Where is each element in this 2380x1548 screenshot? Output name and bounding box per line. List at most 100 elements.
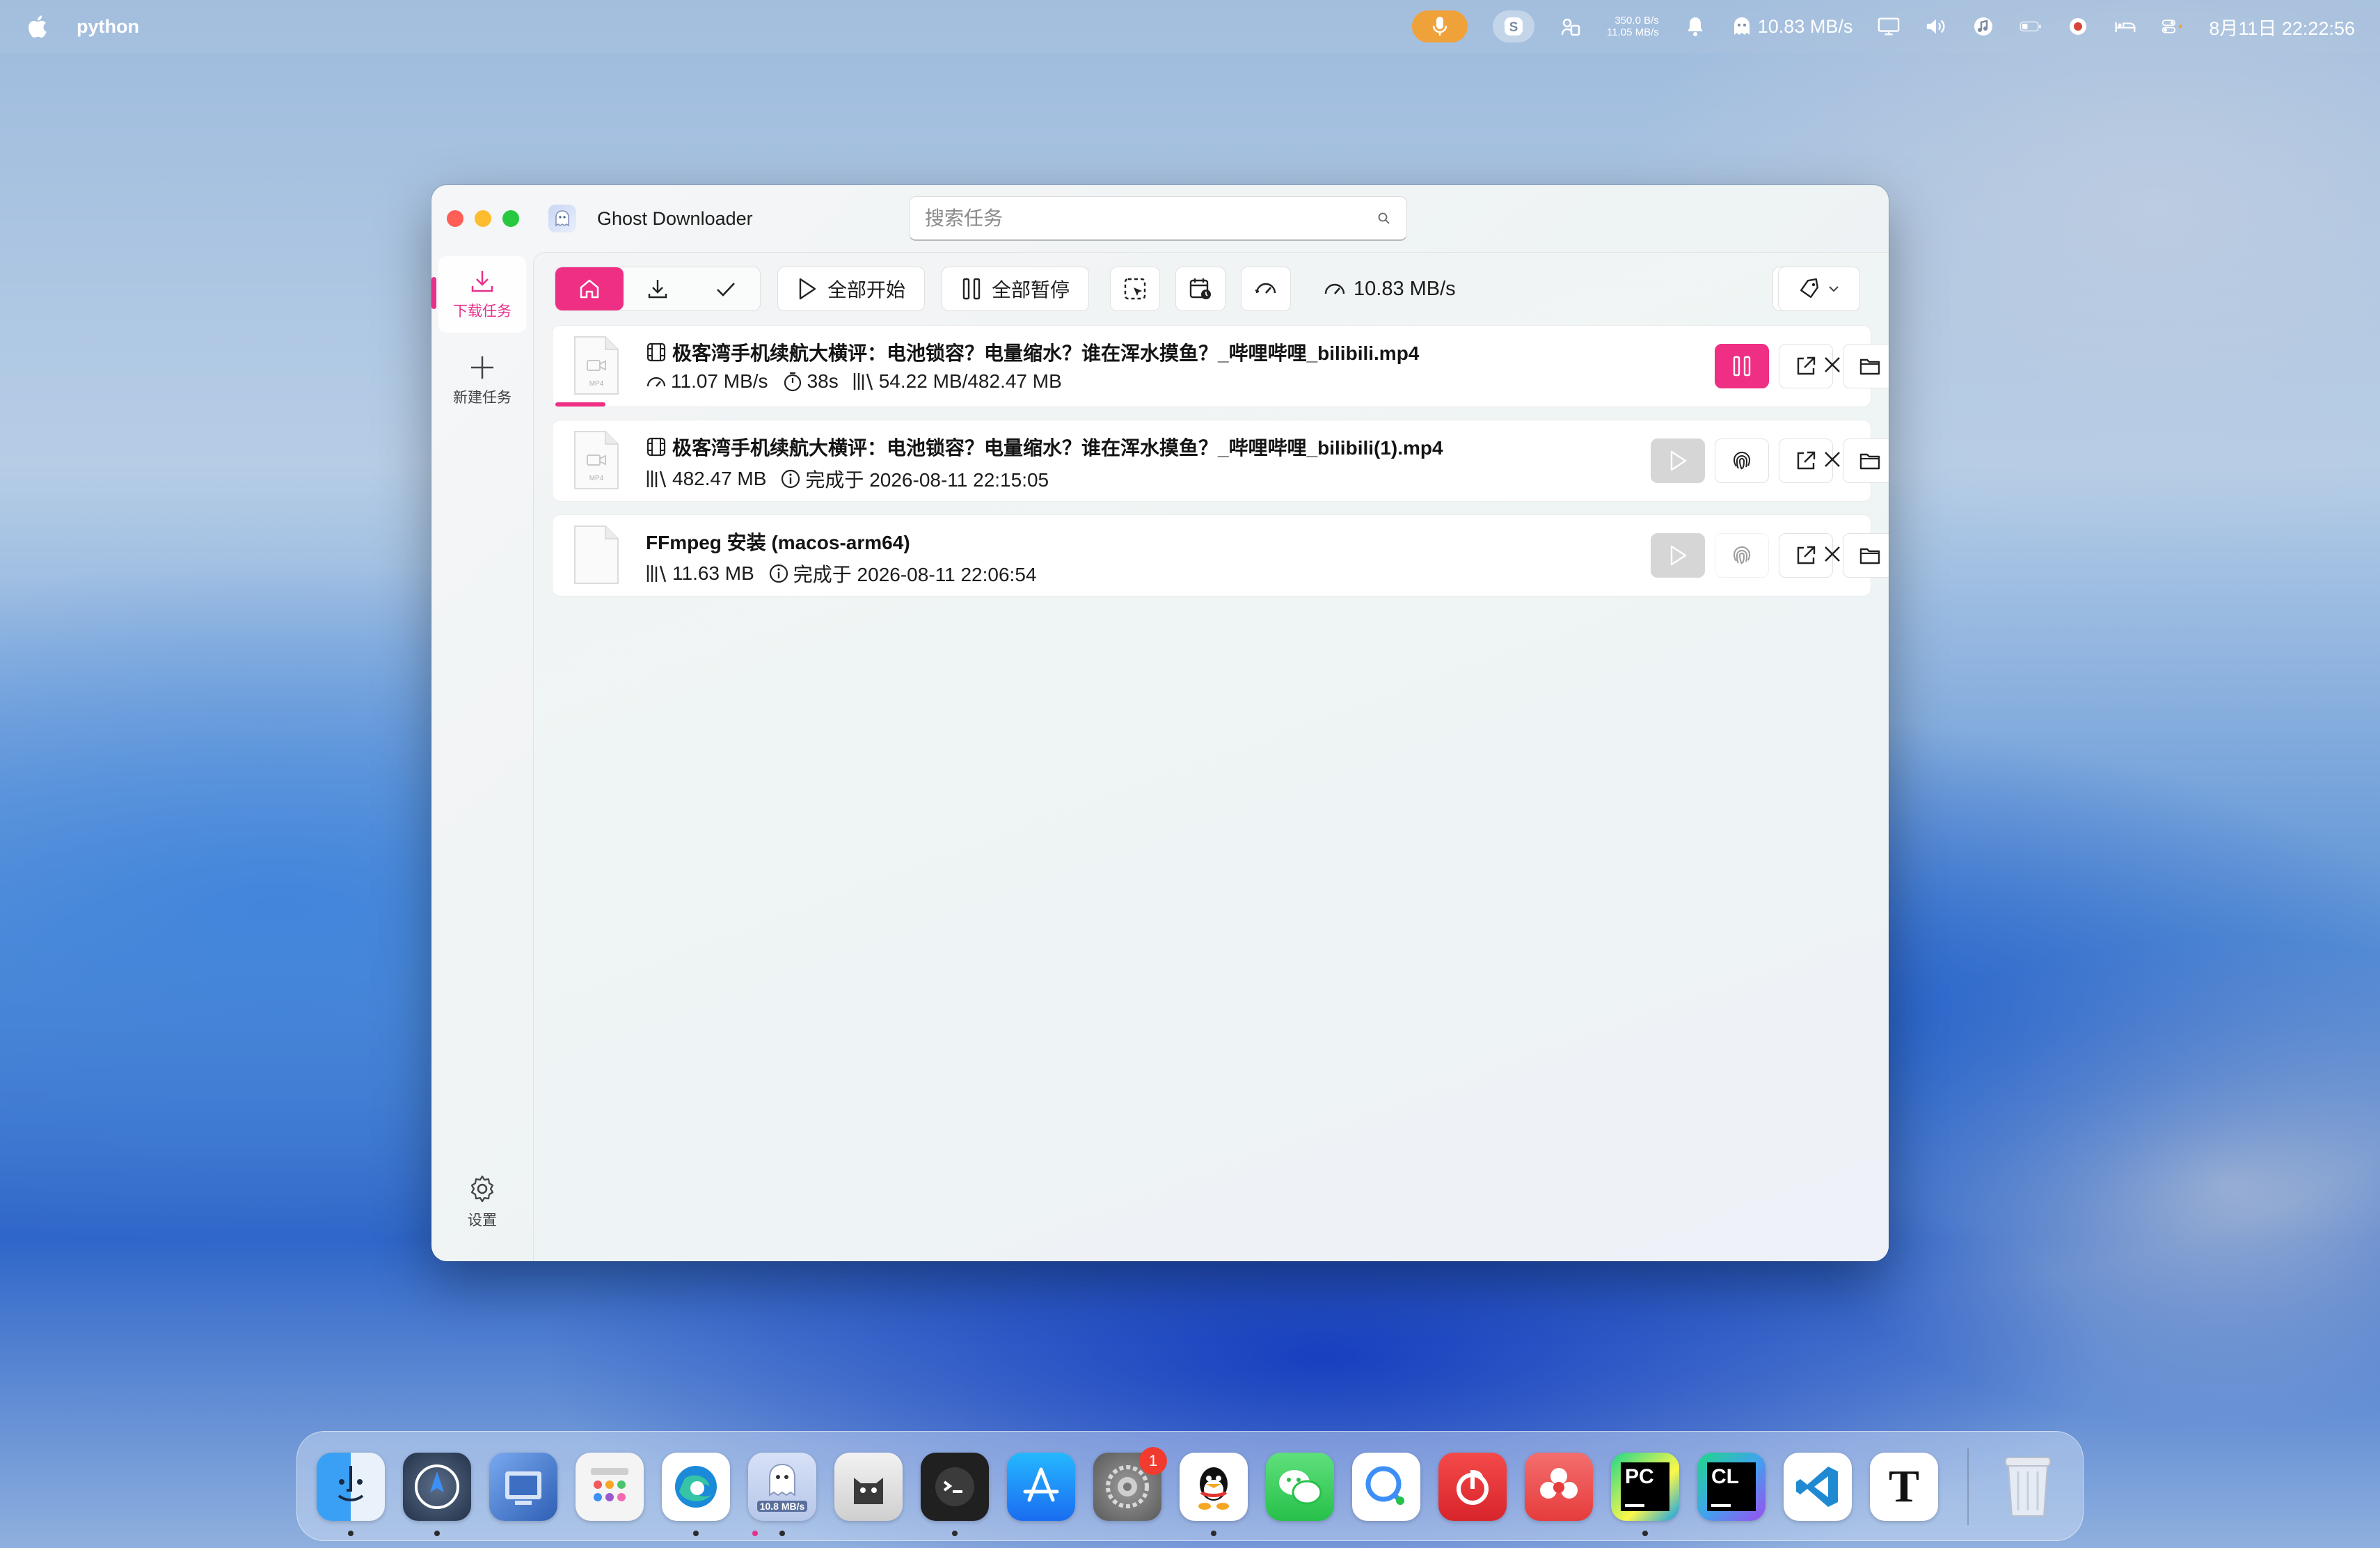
ghost-downloader-window: Ghost Downloader 下载任务 新建任务 设置 — [431, 185, 1889, 1261]
task-eta-text: 38s — [807, 370, 839, 392]
minimize-window-button[interactable] — [475, 210, 491, 227]
tencent-meeting-icon[interactable] — [1352, 1453, 1420, 1521]
system-settings-icon[interactable]: 1 — [1093, 1447, 1167, 1521]
video-file-icon: MP4 — [573, 430, 619, 490]
launchpad-icon[interactable] — [576, 1453, 644, 1521]
task-completed-text: 完成于 2026-08-11 22:15:05 — [805, 469, 1049, 491]
menubar-clock[interactable]: 8月11日 22:22:56 — [2209, 13, 2355, 40]
filter-downloading-button[interactable] — [624, 267, 692, 310]
ghost-downloader-dock-icon[interactable]: 10.8 MB/s — [748, 1453, 816, 1521]
total-speed-readout: 10.83 MB/s — [1323, 267, 1456, 311]
apple-logo-icon[interactable] — [25, 13, 49, 40]
play-icon — [799, 278, 816, 300]
typora-icon[interactable]: T — [1870, 1453, 1938, 1521]
delete-task-button[interactable] — [1805, 532, 1859, 576]
library-icon — [853, 373, 873, 390]
task-completed-time: 完成于 2026-08-11 22:06:54 — [768, 560, 1037, 587]
pause-task-button[interactable] — [1715, 344, 1769, 388]
sidebar-item-label: 设置 — [468, 1213, 497, 1229]
battery-icon[interactable] — [2020, 15, 2042, 38]
tag-icon — [1800, 278, 1819, 299]
pause-all-button[interactable]: 全部暂停 — [942, 267, 1089, 311]
running-indicator — [1211, 1531, 1216, 1536]
active-indicator — [752, 1531, 758, 1536]
vscode-icon[interactable] — [1784, 1453, 1852, 1521]
edge-browser-icon[interactable] — [662, 1453, 730, 1521]
task-meta: 482.47 MB 完成于 2026-08-11 22:15:05 — [646, 465, 1049, 493]
delete-task-button[interactable] — [1805, 342, 1859, 387]
start-all-label: 全部开始 — [827, 279, 905, 301]
flower-app-icon[interactable] — [1525, 1453, 1593, 1521]
start-task-button[interactable] — [1651, 439, 1705, 483]
control-center-icon[interactable] — [2161, 15, 2184, 38]
network-monitor-icon[interactable] — [1560, 15, 1582, 38]
filter-all-button[interactable] — [555, 267, 624, 310]
pause-icon — [1733, 356, 1751, 377]
skype-icon[interactable]: S — [1493, 10, 1534, 42]
task-row[interactable]: MP4 极客湾手机续航大横评：电池锁容？电量缩水？谁在浑水摸鱼？_哔哩哔哩_bi… — [552, 325, 1889, 407]
launchpad-compass-icon[interactable] — [403, 1453, 471, 1521]
task-completed-text: 完成于 2026-08-11 22:06:54 — [793, 564, 1037, 585]
close-icon — [1825, 357, 1840, 372]
bell-icon[interactable] — [1684, 15, 1706, 38]
home-icon — [580, 279, 599, 299]
ghost-speed-status[interactable]: 10.83 MB/s — [1731, 16, 1853, 38]
schedule-button[interactable] — [1175, 267, 1225, 311]
ghost-icon — [1734, 17, 1750, 35]
microphone-icon[interactable] — [1412, 10, 1468, 42]
verify-hash-button[interactable] — [1715, 533, 1769, 578]
menu-app-name[interactable]: python — [77, 16, 139, 38]
folder-icon — [1859, 453, 1880, 470]
start-all-button[interactable]: 全部开始 — [777, 267, 925, 311]
tag-filter-dropdown[interactable] — [1778, 267, 1860, 311]
toolbar: 全部开始 全部暂停 10.83 MB/s — [534, 253, 1889, 325]
display-icon[interactable] — [1878, 15, 1900, 38]
search-input[interactable] — [925, 207, 1377, 230]
search-box[interactable] — [909, 196, 1407, 241]
selection-icon — [1124, 278, 1146, 300]
task-row[interactable]: MP4 极客湾手机续航大横评：电池锁容？电量缩水？谁在浑水摸鱼？_哔哩哔哩_bi… — [552, 420, 1889, 502]
close-window-button[interactable] — [447, 210, 463, 227]
running-indicator — [1642, 1531, 1648, 1536]
finder-icon[interactable] — [317, 1453, 385, 1521]
music-app-icon[interactable] — [1972, 15, 1994, 38]
wechat-icon[interactable] — [1266, 1453, 1334, 1521]
filter-completed-button[interactable] — [692, 267, 760, 310]
app-store-icon[interactable] — [1007, 1453, 1075, 1521]
volume-icon[interactable] — [1925, 15, 1947, 38]
task-size: 11.63 MB — [646, 562, 754, 585]
speed-limit-button[interactable] — [1241, 267, 1291, 311]
total-speed-text: 10.83 MB/s — [1354, 277, 1456, 300]
delete-task-button[interactable] — [1805, 437, 1859, 482]
task-speed-text: 11.07 MB/s — [671, 370, 768, 392]
zoom-window-button[interactable] — [502, 210, 519, 227]
pycharm-icon[interactable]: PC — [1611, 1453, 1679, 1521]
migration-assistant-icon[interactable] — [489, 1453, 557, 1521]
typora-label: T — [1888, 1461, 1920, 1512]
svg-text:MP4: MP4 — [589, 380, 604, 388]
netease-music-icon[interactable] — [1438, 1453, 1507, 1521]
sleep-mode-icon[interactable] — [2114, 15, 2136, 38]
task-row[interactable]: FFmpeg 安装 (macos-arm64) 11.63 MB 完成于 202… — [552, 514, 1889, 597]
task-size-progress: 54.22 MB/482.47 MB — [852, 370, 1062, 393]
window-title: Ghost Downloader — [597, 207, 753, 229]
cat-app-icon[interactable] — [834, 1453, 903, 1521]
download-icon — [648, 280, 667, 299]
checkmark-icon — [717, 283, 735, 297]
vpn-status-icon[interactable] — [2067, 15, 2089, 38]
play-icon — [1670, 545, 1687, 566]
search-icon[interactable] — [1377, 212, 1391, 226]
terminal-icon[interactable] — [921, 1453, 989, 1521]
trash-icon[interactable] — [1994, 1453, 2062, 1521]
dock: 10.8 MB/s 1 PC CL T — [296, 1431, 2084, 1541]
qq-icon[interactable] — [1180, 1453, 1248, 1521]
task-meta: 11.63 MB 完成于 2026-08-11 22:06:54 — [646, 560, 1036, 587]
start-task-button[interactable] — [1651, 533, 1705, 578]
select-tasks-button[interactable] — [1110, 267, 1160, 311]
sidebar-item-download-tasks[interactable]: 下载任务 — [438, 256, 526, 333]
verify-hash-button[interactable] — [1715, 439, 1769, 483]
clion-icon[interactable]: CL — [1697, 1453, 1766, 1521]
sidebar-item-new-task[interactable]: 新建任务 — [438, 342, 526, 419]
sidebar-item-settings[interactable]: 设置 — [438, 1164, 526, 1240]
dock-speed-badge: 10.8 MB/s — [756, 1501, 808, 1512]
